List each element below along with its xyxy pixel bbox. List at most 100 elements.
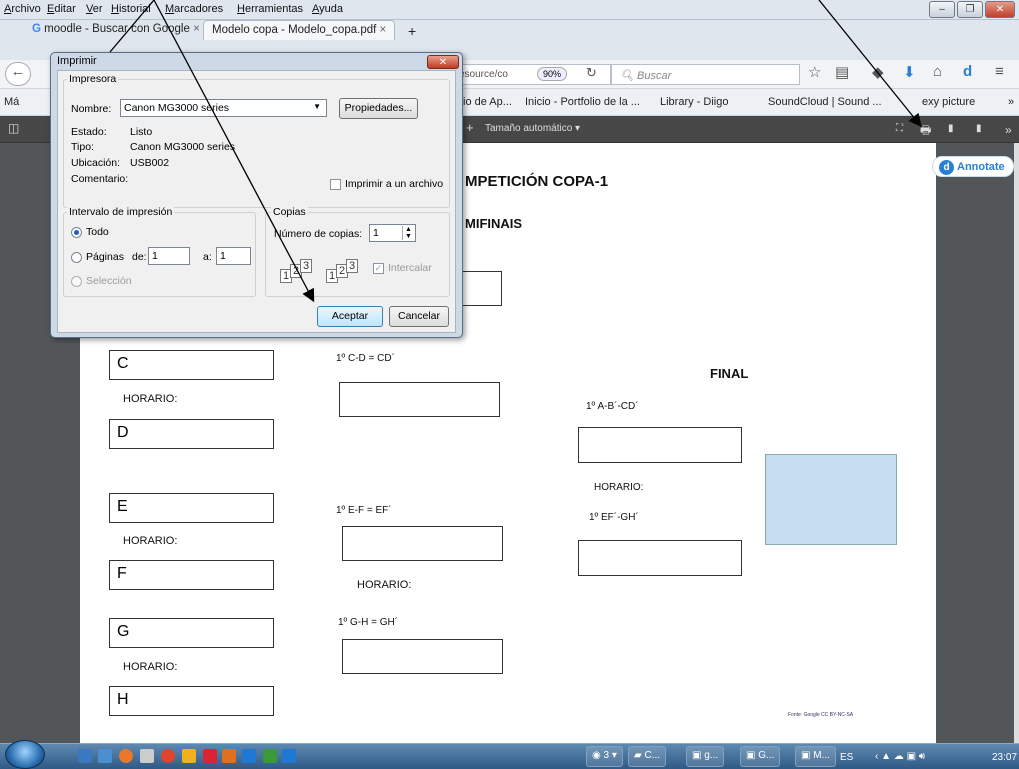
tab-close-icon[interactable]: ×	[380, 24, 387, 36]
restore-icon[interactable]: ❐	[957, 1, 983, 18]
dialog-close-icon[interactable]: ✕	[427, 55, 459, 69]
taskbar-m[interactable]: ▣ M...	[795, 746, 836, 767]
taskbar-explorer[interactable]: ▰ C...	[628, 746, 667, 767]
range-all-radio[interactable]	[71, 227, 82, 238]
bookmark-diigo[interactable]: Library - Diigo	[660, 96, 728, 108]
annotate-label: Annotate	[957, 161, 1005, 173]
zoom-in-button[interactable]: +	[466, 120, 474, 135]
firefox-icon: ◉	[592, 750, 604, 761]
cancel-button[interactable]: Cancelar	[389, 306, 449, 327]
horario-label: HORARIO:	[123, 535, 178, 547]
window-controls: – ❐ ✕	[929, 1, 1015, 18]
presentation-icon[interactable]: ⛶	[896, 123, 903, 134]
sidebar-toggle-icon[interactable]: ◫	[8, 121, 19, 135]
team-box-c: C	[109, 350, 274, 380]
menu-ayuda[interactable]: Ayuda	[312, 3, 343, 15]
zoom-select[interactable]: Tamaño automático ▾	[485, 123, 580, 134]
bookmark-1[interactable]: io de Ap...	[463, 96, 512, 108]
stepper-arrows-icon[interactable]: ▲ ▼	[402, 226, 414, 240]
save-icon[interactable]: ▮	[948, 123, 954, 134]
ie-icon[interactable]	[282, 749, 296, 763]
tab-label: moodle - Buscar con Google	[44, 23, 190, 35]
new-tab-button[interactable]: +	[400, 20, 424, 40]
from-input[interactable]: 1	[148, 247, 190, 265]
diigo-icon[interactable]: d	[963, 63, 972, 80]
star-icon[interactable]: ☆	[808, 63, 821, 81]
menu-historial[interactable]: Historial	[111, 3, 151, 15]
app-icon[interactable]	[182, 749, 196, 763]
print-icon[interactable]: 🖶	[920, 121, 931, 142]
match-cd-label: 1º C-D = CD´	[336, 353, 395, 364]
app-icon[interactable]	[140, 749, 154, 763]
menu-ver[interactable]: Ver	[86, 3, 103, 15]
range-selection-label: Selección	[86, 275, 132, 287]
search-input[interactable]: 🔍︎ Buscar	[611, 64, 800, 85]
show-desktop-icon[interactable]	[78, 749, 92, 763]
taskbar-firefox[interactable]: ◉ 3 ▾	[586, 746, 623, 767]
bookmarks-overflow[interactable]: »	[1008, 96, 1014, 108]
tray-icons[interactable]: ‹ ▲ ☁ ▣ 🔊︎	[875, 751, 925, 762]
tab-close-icon[interactable]: ×	[193, 23, 200, 35]
status-value: Listo	[130, 126, 153, 138]
scrollbar[interactable]	[1014, 143, 1019, 743]
explorer-icon[interactable]	[98, 749, 112, 763]
taskbar-word[interactable]: ▣ G...	[740, 746, 781, 767]
bookmark-icon[interactable]: ▮	[976, 123, 982, 134]
horario-label: HORARIO:	[123, 661, 178, 673]
pocket-icon[interactable]: ◆	[872, 63, 884, 81]
team-box-d: D	[109, 419, 274, 449]
taskbar-label: G...	[758, 750, 775, 761]
taskbar-label: M...	[813, 750, 830, 761]
collate-checkbox[interactable]: ✓	[373, 263, 384, 274]
firefox-icon[interactable]	[119, 749, 133, 763]
page-title: MPETICIÓN COPA-1	[465, 173, 609, 190]
semis-heading: MIFINAIS	[465, 216, 523, 231]
menu-archivo[interactable]: Archivo	[4, 3, 41, 15]
range-selection-radio[interactable]	[71, 276, 82, 287]
download-icon[interactable]: ⬇	[903, 63, 916, 81]
to-input[interactable]: 1	[216, 247, 251, 265]
bookmark-ma[interactable]: Má	[4, 96, 19, 108]
app-icon[interactable]	[203, 749, 217, 763]
ok-button[interactable]: Aceptar	[317, 306, 383, 327]
minimize-icon[interactable]: –	[929, 1, 955, 18]
reload-icon[interactable]: ↻	[586, 65, 597, 81]
properties-button[interactable]: Propiedades...	[339, 98, 418, 119]
bookmark-soundcloud[interactable]: SoundCloud | Sound ...	[768, 96, 882, 108]
app-icon[interactable]	[222, 749, 236, 763]
start-button[interactable]	[5, 740, 45, 769]
tools-overflow[interactable]: »	[1005, 123, 1012, 137]
home-icon[interactable]: ⌂	[933, 63, 942, 80]
menu-marcadores[interactable]: Marcadores	[165, 3, 223, 15]
reading-list-icon[interactable]: ▤	[835, 63, 849, 81]
clock[interactable]: 23:07	[992, 752, 1017, 763]
range-group-label: Intervalo de impresión	[67, 206, 175, 218]
finalist-box-2	[578, 540, 742, 576]
close-window-icon[interactable]: ✕	[985, 1, 1015, 18]
match-abcd-label: 1º A-B´-CD´	[586, 401, 639, 412]
annotate-button[interactable]: d Annotate	[932, 156, 1014, 177]
taskbar-g[interactable]: ▣ g...	[686, 746, 725, 767]
copies-label: Número de copias:	[274, 228, 363, 240]
tab-moodle[interactable]: G moodle - Buscar con Google ×	[24, 20, 208, 40]
zoom-badge[interactable]: 90%	[537, 67, 568, 81]
chrome-icon[interactable]	[161, 749, 175, 763]
ie-icon[interactable]	[242, 749, 256, 763]
menu-icon[interactable]: ≡	[995, 63, 1004, 80]
tab-pdf[interactable]: Modelo copa - Modelo_copa.pdf ×	[203, 20, 396, 40]
app-icon[interactable]	[263, 749, 277, 763]
range-pages-radio[interactable]	[71, 252, 82, 263]
menu-herramientas[interactable]: Herramientas	[237, 3, 303, 15]
champion-box	[765, 454, 897, 545]
menu-editar[interactable]: Editar	[47, 3, 76, 15]
bookmark-portfolio[interactable]: Inicio - Portfolio de la ...	[525, 96, 640, 108]
print-to-file-checkbox[interactable]	[330, 179, 341, 190]
printer-select[interactable]: Canon MG3000 series ▼	[120, 99, 327, 117]
match-efgh-label: 1º EF´-GH´	[589, 512, 639, 523]
footer-credit: Fonte: Google CC BY-NC-SA	[788, 712, 854, 718]
language-indicator[interactable]: ES	[840, 752, 853, 763]
back-icon[interactable]: ←	[5, 62, 31, 86]
copies-stepper[interactable]: 1 ▲ ▼	[369, 224, 416, 242]
to-label: a:	[203, 251, 212, 263]
bookmark-picture[interactable]: exy picture	[922, 96, 975, 108]
